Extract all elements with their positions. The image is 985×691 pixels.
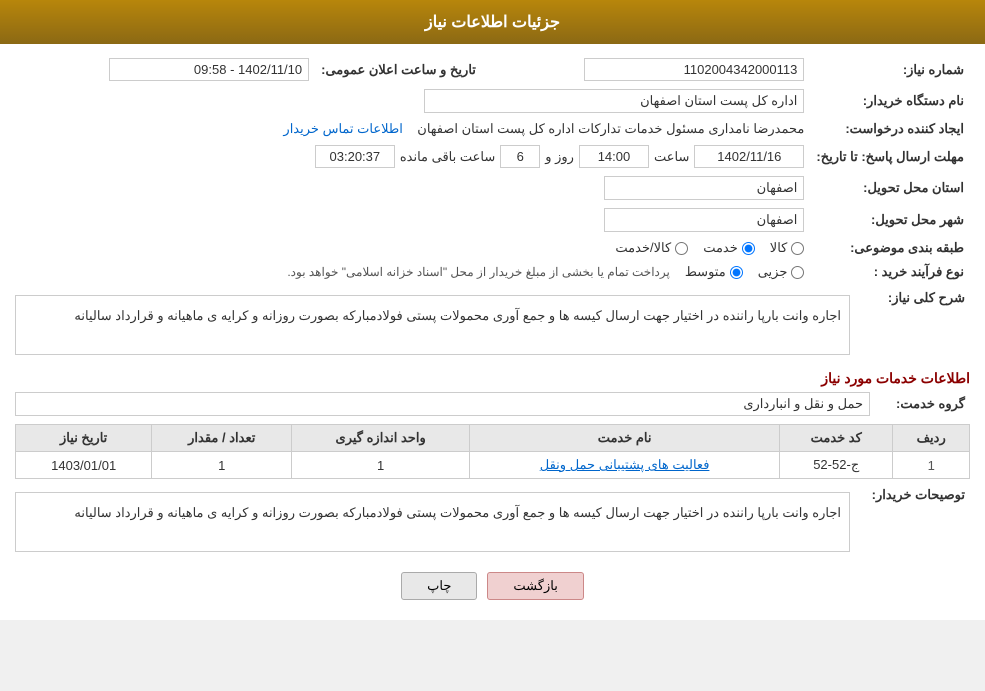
cell-tarikh: 1403/01/01 xyxy=(16,452,152,479)
buttons-row: بازگشت چاپ xyxy=(15,572,970,600)
nooe-farayand-row: جزیی متوسط پرداخت تمام یا بخشی از مبلغ خ… xyxy=(15,260,810,284)
col-radif: ردیف xyxy=(893,425,970,452)
page-header: جزئیات اطلاعات نیاز xyxy=(0,0,985,44)
farayand-motavas[interactable]: متوسط xyxy=(685,264,743,280)
col-tarikh: تاریخ نیاز xyxy=(16,425,152,452)
services-table: ردیف کد خدمت نام خدمت واحد اندازه گیری ت… xyxy=(15,424,970,479)
tabaqe-kala-khadamat-radio[interactable] xyxy=(675,242,688,255)
mohlat-days-label: روز و xyxy=(545,149,574,165)
tosifat-value: اجاره وانت بارپا راننده در اختیار جهت ار… xyxy=(15,492,850,552)
ejad-konande-value: محمدرضا نامداری مسئول خدمات تدارکات ادار… xyxy=(15,117,810,141)
farayand-motavas-label: متوسط xyxy=(685,264,726,280)
mohlat-label: مهلت ارسال پاسخ: تا تاریخ: xyxy=(810,141,970,172)
farayand-motavas-radio[interactable] xyxy=(730,266,743,279)
nooe-farayand-label: نوع فرآیند خرید : xyxy=(810,260,970,284)
tarikh-elan-box: 1402/11/10 - 09:58 xyxy=(109,58,309,81)
tarikh-elan-value: 1402/11/10 - 09:58 xyxy=(15,54,315,85)
tabaqe-khadamat[interactable]: خدمت xyxy=(703,240,755,256)
tabaqe-kala[interactable]: کالا xyxy=(770,240,805,256)
ostan-tahvil-value: اصفهان xyxy=(15,172,810,204)
col-vahed: واحد اندازه گیری xyxy=(292,425,470,452)
mohlat-time-label: ساعت xyxy=(654,149,689,165)
shomara-niaz-label: شماره نیاز: xyxy=(810,54,970,85)
shomara-niaz-box: 1102004342000113 xyxy=(584,58,804,81)
table-row: 1 ج-52-52 فعالیت های پشتیبانی حمل ونقل 1… xyxy=(16,452,970,479)
back-button[interactable]: بازگشت xyxy=(487,572,583,600)
mohlat-remaining: 03:20:37 xyxy=(315,145,395,168)
shomara-niaz-value: 1102004342000113 xyxy=(482,54,810,85)
mohlat-date: 1402/11/16 xyxy=(694,145,804,168)
ejad-konande-text: محمدرضا نامداری مسئول خدمات تدارکات ادار… xyxy=(417,121,804,136)
tosifat-label: توصیحات خریدار: xyxy=(850,487,970,503)
mohlat-remaining-label: ساعت باقی مانده xyxy=(400,149,495,165)
farayand-note: پرداخت تمام یا بخشی از مبلغ خریدار از مح… xyxy=(287,265,670,279)
tabaqe-label: طبقه بندی موضوعی: xyxy=(810,236,970,260)
nam-dastgah-value: اداره کل پست استان اصفهان xyxy=(15,85,810,117)
nam-dastgah-box: اداره کل پست استان اصفهان xyxy=(424,89,804,113)
page-title: جزئیات اطلاعات نیاز xyxy=(425,14,560,31)
tabaqe-kala-radio[interactable] xyxy=(791,242,804,255)
cell-radif: 1 xyxy=(893,452,970,479)
sharh-value: اجاره وانت بارپا راننده در اختیار جهت ار… xyxy=(15,295,850,355)
grooh-khadamat-label: گروه خدمت: xyxy=(870,396,970,412)
services-section-title: اطلاعات خدمات مورد نیاز xyxy=(15,370,970,387)
col-name: نام خدمت xyxy=(470,425,780,452)
mohlat-time: 14:00 xyxy=(579,145,649,168)
col-kod: کد خدمت xyxy=(780,425,893,452)
mohlat-days: 6 xyxy=(500,145,540,168)
shahr-tahvil-value: اصفهان xyxy=(15,204,810,236)
mohlat-row: 1402/11/16 ساعت 14:00 روز و 6 ساعت باقی … xyxy=(15,141,810,172)
tabaqe-khadamat-radio[interactable] xyxy=(742,242,755,255)
cell-name[interactable]: فعالیت های پشتیبانی حمل ونقل xyxy=(470,452,780,479)
farayand-jazii[interactable]: جزیی xyxy=(758,264,805,280)
print-button[interactable]: چاپ xyxy=(401,572,477,600)
farayand-jazii-label: جزیی xyxy=(758,264,788,280)
farayand-jazii-radio[interactable] xyxy=(791,266,804,279)
col-tedad: تعداد / مقدار xyxy=(152,425,292,452)
ejad-konande-link[interactable]: اطلاعات تماس خریدار xyxy=(283,121,402,136)
cell-tedad: 1 xyxy=(152,452,292,479)
tabaqe-kala-label: کالا xyxy=(770,240,788,256)
shahr-tahvil-label: شهر محل تحویل: xyxy=(810,204,970,236)
tabaqe-khadamat-label: خدمت xyxy=(703,240,738,256)
tabaqe-kala-khadamat-label: کالا/خدمت xyxy=(615,240,671,256)
grooh-khadamat-value: حمل و نقل و انبارداری xyxy=(15,392,870,416)
cell-vahed: 1 xyxy=(292,452,470,479)
tabaqe-kala-khadamat[interactable]: کالا/خدمت xyxy=(615,240,688,256)
ostan-tahvil-box: اصفهان xyxy=(604,176,804,200)
tarikh-elan-label: تاریخ و ساعت اعلان عمومی: xyxy=(315,54,482,85)
tabaqe-options: کالا خدمت کالا/خدمت xyxy=(15,236,810,260)
ejad-konande-label: ایجاد کننده درخواست: xyxy=(810,117,970,141)
ostan-tahvil-label: استان محل تحویل: xyxy=(810,172,970,204)
cell-kod: ج-52-52 xyxy=(780,452,893,479)
shahr-tahvil-box: اصفهان xyxy=(604,208,804,232)
sharh-label: شرح کلی نیاز: xyxy=(850,290,970,306)
nam-dastgah-label: نام دستگاه خریدار: xyxy=(810,85,970,117)
